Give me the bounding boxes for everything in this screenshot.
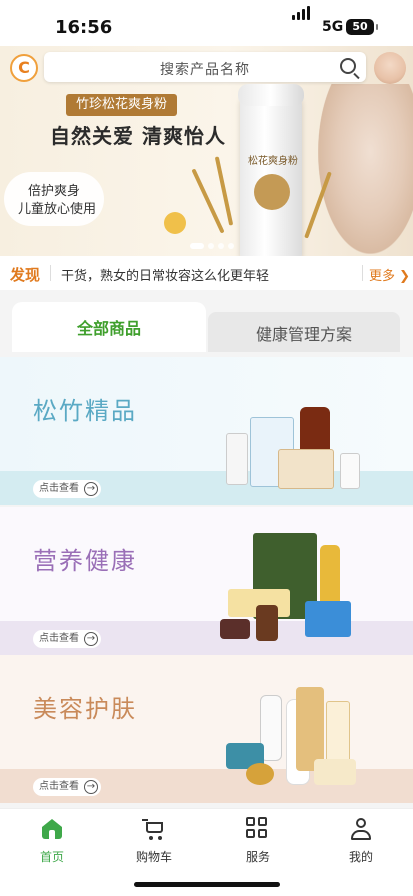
tab-service[interactable]: 服务	[218, 817, 298, 865]
divider	[50, 265, 51, 281]
category-card[interactable]: 松竹精品 点击查看 →	[0, 357, 413, 505]
network-label: 5G	[322, 19, 344, 35]
tab-health-plan[interactable]: 健康管理方案	[208, 312, 400, 352]
search-icon[interactable]	[340, 58, 356, 74]
more-link[interactable]: 更多 ❯	[369, 265, 410, 284]
carousel-dots[interactable]	[190, 234, 238, 253]
tab-profile-label: 我的	[348, 850, 373, 864]
category-title: 美容护肤	[33, 695, 137, 723]
tab-health-plan-label: 健康管理方案	[255, 325, 352, 344]
wheat-stalk	[214, 156, 234, 226]
product-image	[256, 605, 278, 641]
home-icon	[40, 817, 64, 841]
product-image	[220, 619, 250, 639]
carousel-dot[interactable]	[208, 243, 214, 249]
banner-subline-2: 儿童放心使用	[18, 202, 97, 217]
category-title: 松竹精品	[33, 397, 137, 425]
banner-product-tag: 竹珍松花爽身粉	[66, 94, 178, 116]
product-bottle: 松花爽身粉	[238, 84, 304, 256]
carousel-dot[interactable]	[190, 243, 204, 249]
bottle-cap	[238, 84, 304, 106]
tab-all-products[interactable]: 全部商品	[12, 302, 206, 352]
view-button[interactable]: 点击查看 →	[33, 630, 101, 648]
carousel-dot[interactable]	[228, 243, 234, 249]
carousel-dot[interactable]	[218, 243, 224, 249]
tab-cart-label: 购物车	[135, 850, 172, 864]
cart-icon	[142, 817, 166, 841]
discover-tag: 发现	[10, 266, 41, 284]
view-button[interactable]: 点击查看 →	[33, 480, 101, 498]
product-image	[278, 449, 334, 489]
product-image	[226, 433, 248, 485]
mother-baby-photo	[318, 84, 413, 254]
discover-headline[interactable]: 干货，熟女的日常妆容这么化更年轻	[61, 265, 269, 284]
view-button-label: 点击查看	[39, 483, 79, 494]
chevron-right-icon: ❯	[395, 269, 411, 284]
product-image	[246, 763, 274, 785]
product-image	[305, 601, 351, 637]
tab-cart[interactable]: 购物车	[114, 817, 194, 865]
battery-icon: 50	[346, 19, 378, 35]
more-label: 更多	[369, 269, 396, 284]
view-button[interactable]: 点击查看 →	[33, 778, 101, 796]
view-button-label: 点击查看	[39, 633, 79, 644]
home-indicator[interactable]	[134, 882, 280, 887]
tab-service-label: 服务	[245, 850, 270, 864]
app-logo: C	[10, 54, 38, 82]
status-bar: 16:56 5G 50	[0, 0, 413, 46]
avatar[interactable]	[374, 52, 406, 84]
discover-ticker[interactable]: 发现 干货，熟女的日常妆容这么化更年轻 更多 ❯	[0, 256, 413, 290]
promo-banner[interactable]: C 搜索产品名称 竹珍松花爽身粉 自然关爱 清爽怡人 倍护爽身 儿童放心使用 松…	[0, 46, 413, 256]
banner-subline-1: 倍护爽身	[28, 184, 81, 199]
arrow-right-icon: →	[84, 780, 98, 794]
bottle-label: 松花爽身粉	[248, 156, 298, 167]
arrow-right-icon: →	[84, 632, 98, 646]
search-input[interactable]: 搜索产品名称	[44, 52, 366, 82]
product-image	[340, 453, 360, 489]
category-card[interactable]: 美容护肤 点击查看 →	[0, 655, 413, 803]
category-title: 营养健康	[33, 547, 137, 575]
category-card[interactable]: 营养健康 点击查看 →	[0, 507, 413, 655]
status-time: 16:56	[55, 17, 113, 38]
tab-profile[interactable]: 我的	[321, 817, 401, 865]
product-tabs: 全部商品 健康管理方案	[0, 292, 413, 354]
divider	[362, 265, 363, 281]
view-button-label: 点击查看	[39, 781, 79, 792]
arrow-right-icon: →	[84, 482, 98, 496]
tab-all-products-label: 全部商品	[76, 319, 141, 338]
tab-home-label: 首页	[39, 850, 64, 864]
tab-home[interactable]: 首页	[12, 817, 92, 865]
grid-icon	[246, 817, 270, 841]
product-image	[314, 759, 356, 785]
banner-slogan: 自然关爱 清爽怡人	[50, 124, 226, 148]
mascot-icon	[164, 212, 186, 234]
search-placeholder: 搜索产品名称	[160, 62, 250, 78]
app-root: 16:56 5G 50 C 搜索产品名称 竹珍松花爽身粉 自然关爱 清爽怡人 倍…	[0, 0, 413, 896]
pinecone-graphic	[254, 174, 290, 210]
user-icon	[349, 817, 373, 841]
